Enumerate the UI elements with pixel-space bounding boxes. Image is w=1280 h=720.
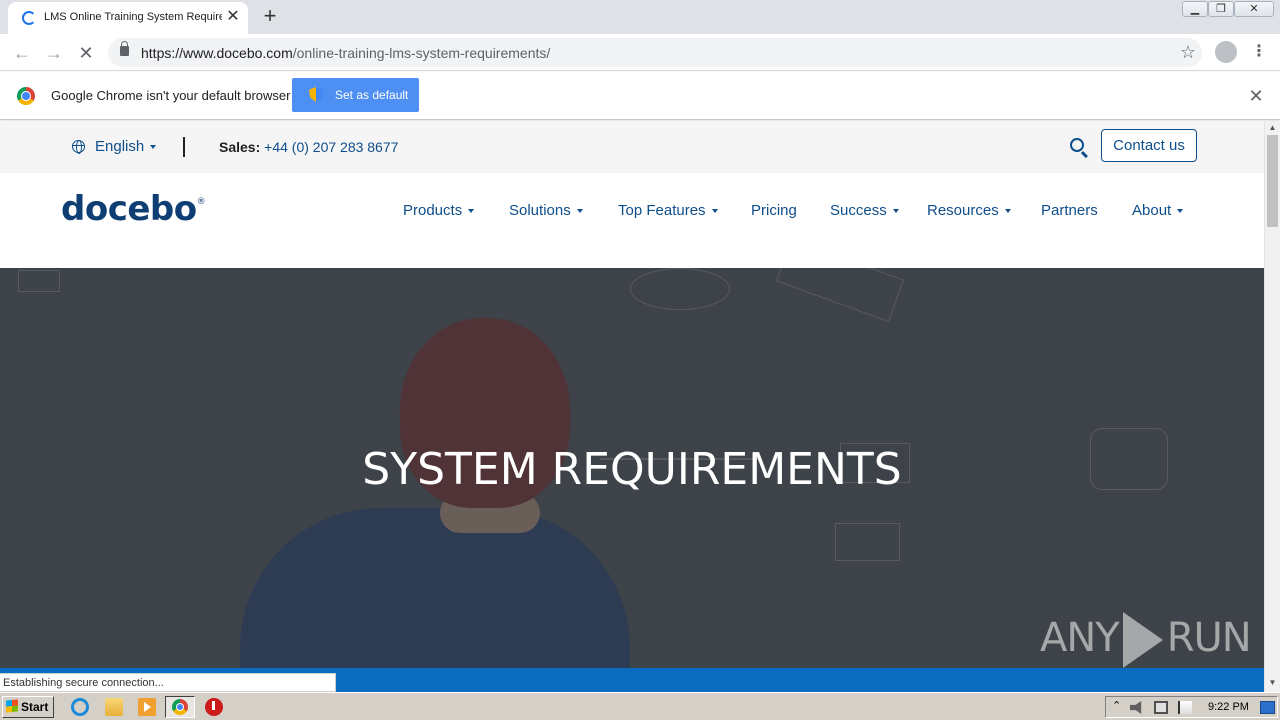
start-label: Start — [21, 700, 49, 714]
caret-down-icon — [576, 209, 583, 214]
status-bubble: Establishing secure connection... — [0, 673, 336, 692]
chrome-icon — [172, 699, 188, 715]
browser-tab[interactable]: LMS Online Training System Requirements … — [8, 2, 248, 34]
caret-down-icon — [150, 145, 157, 150]
nav-label: Resources — [927, 202, 999, 219]
nav-label: Pricing — [751, 202, 797, 219]
language-label: English — [95, 138, 145, 155]
watermark-left: ANY — [1040, 615, 1120, 661]
tab-title: LMS Online Training System Requirements — [44, 11, 222, 23]
nav-partners[interactable]: Partners — [1041, 202, 1098, 219]
bookmark-star-icon[interactable]: ☆ — [1180, 42, 1196, 63]
main-navigation: docebo® Products Solutions Top Features … — [0, 173, 1264, 268]
url-host: https://www.docebo.com — [141, 45, 293, 61]
page-scrollbar[interactable]: ▲ ▼ — [1264, 121, 1280, 692]
infobar-close-icon[interactable]: ✕ — [1246, 86, 1266, 106]
nav-pricing[interactable]: Pricing — [751, 202, 797, 219]
divider — [183, 137, 185, 157]
scroll-down-icon[interactable]: ▼ — [1265, 676, 1280, 690]
show-desktop-icon[interactable] — [1260, 701, 1275, 714]
shield-icon — [309, 87, 323, 102]
loading-spinner-icon — [22, 11, 36, 25]
logo-text: docebo — [61, 189, 197, 229]
scroll-thumb[interactable] — [1267, 135, 1278, 227]
close-window-button[interactable]: ✕ — [1234, 1, 1274, 17]
nav-label: Success — [830, 202, 887, 219]
nav-label: Solutions — [509, 202, 571, 219]
nav-label: About — [1132, 202, 1172, 219]
nav-products[interactable]: Products — [403, 202, 475, 219]
docebo-logo[interactable]: docebo® — [61, 189, 206, 229]
network-icon[interactable] — [1154, 701, 1168, 714]
hero-banner: SYSTEM REQUIREMENTS — [0, 268, 1264, 668]
browser-toolbar: ← → ✕ https://www.docebo.com/online-trai… — [0, 34, 1280, 71]
person-shirt — [240, 508, 630, 668]
close-tab-icon[interactable]: ✕ — [224, 8, 242, 26]
caret-down-icon — [1177, 209, 1184, 214]
minimize-window-button[interactable]: ▁ — [1182, 1, 1208, 17]
clock[interactable]: 9:22 PM — [1208, 701, 1249, 713]
hero-title: SYSTEM REQUIREMENTS — [362, 444, 902, 495]
restore-window-button[interactable]: ❐ — [1208, 1, 1234, 17]
nav-about[interactable]: About — [1132, 202, 1184, 219]
tray-expand-icon[interactable]: ⌃ — [1112, 699, 1121, 712]
nav-solutions[interactable]: Solutions — [509, 202, 583, 219]
whiteboard-sketch — [775, 268, 905, 323]
whiteboard-sketch — [18, 270, 60, 292]
start-button[interactable]: Start — [2, 696, 54, 718]
new-tab-button[interactable]: + — [258, 4, 282, 28]
url-path: /online-training-lms-system-requirements… — [292, 45, 551, 61]
search-icon[interactable] — [1070, 138, 1084, 152]
menu-kebab-icon[interactable]: ⋮ — [1250, 42, 1268, 62]
whiteboard-sketch — [835, 523, 900, 561]
sales-contact: Sales: +44 (0) 207 283 8677 — [219, 139, 398, 155]
set-as-default-label: Set as default — [335, 88, 409, 102]
media-player-icon[interactable] — [138, 698, 156, 716]
nav-label: Products — [403, 202, 463, 219]
chrome-logo-icon — [17, 87, 35, 105]
internet-explorer-icon[interactable] — [71, 698, 89, 716]
url-text[interactable]: https://www.docebo.com/online-training-l… — [141, 45, 550, 61]
action-center-flag-icon[interactable] — [1178, 701, 1192, 714]
registered-mark: ® — [196, 197, 206, 207]
anyrun-watermark: ANY RUN — [1040, 612, 1252, 668]
windows-logo-icon — [6, 699, 18, 713]
lock-icon — [120, 41, 129, 56]
watermark-right: RUN — [1166, 615, 1252, 661]
whiteboard-sketch — [630, 268, 730, 310]
caret-down-icon — [468, 209, 475, 214]
nav-top-features[interactable]: Top Features — [618, 202, 718, 219]
infobar-message: Google Chrome isn't your default browser — [51, 88, 291, 103]
language-selector[interactable]: English — [95, 138, 157, 155]
forward-arrow-icon[interactable]: → — [42, 41, 66, 65]
opera-icon[interactable] — [205, 698, 223, 716]
web-page: English Sales: +44 (0) 207 283 8677 Cont… — [0, 121, 1264, 668]
utility-bar: English Sales: +44 (0) 207 283 8677 Cont… — [0, 121, 1264, 173]
caret-down-icon — [711, 209, 718, 214]
profile-avatar-icon[interactable] — [1215, 41, 1237, 63]
caret-down-icon — [892, 209, 899, 214]
system-tray: ⌃ 9:22 PM — [1105, 696, 1278, 718]
windows-taskbar: Start ⌃ 9:22 PM — [0, 692, 1280, 720]
nav-label: Top Features — [618, 202, 706, 219]
caret-down-icon — [1004, 209, 1011, 214]
stop-loading-icon[interactable]: ✕ — [74, 41, 98, 65]
browser-tab-bar: LMS Online Training System Requirements … — [0, 0, 1280, 34]
back-arrow-icon[interactable]: ← — [10, 41, 34, 65]
nav-label: Partners — [1041, 202, 1098, 219]
play-icon — [1122, 612, 1163, 668]
default-browser-infobar: Google Chrome isn't your default browser… — [0, 72, 1280, 120]
sales-label: Sales: — [219, 139, 261, 155]
scroll-up-icon[interactable]: ▲ — [1265, 121, 1280, 135]
nav-success[interactable]: Success — [830, 202, 899, 219]
address-bar[interactable]: https://www.docebo.com/online-training-l… — [108, 38, 1202, 67]
chrome-taskbar-button[interactable] — [165, 696, 195, 718]
sales-phone-link[interactable]: +44 (0) 207 283 8677 — [264, 139, 398, 155]
nav-resources[interactable]: Resources — [927, 202, 1011, 219]
speaker-icon[interactable] — [1130, 701, 1142, 714]
file-explorer-icon[interactable] — [105, 698, 123, 716]
contact-us-button[interactable]: Contact us — [1101, 129, 1197, 162]
set-as-default-button[interactable]: Set as default — [292, 78, 419, 112]
globe-icon — [72, 140, 85, 154]
